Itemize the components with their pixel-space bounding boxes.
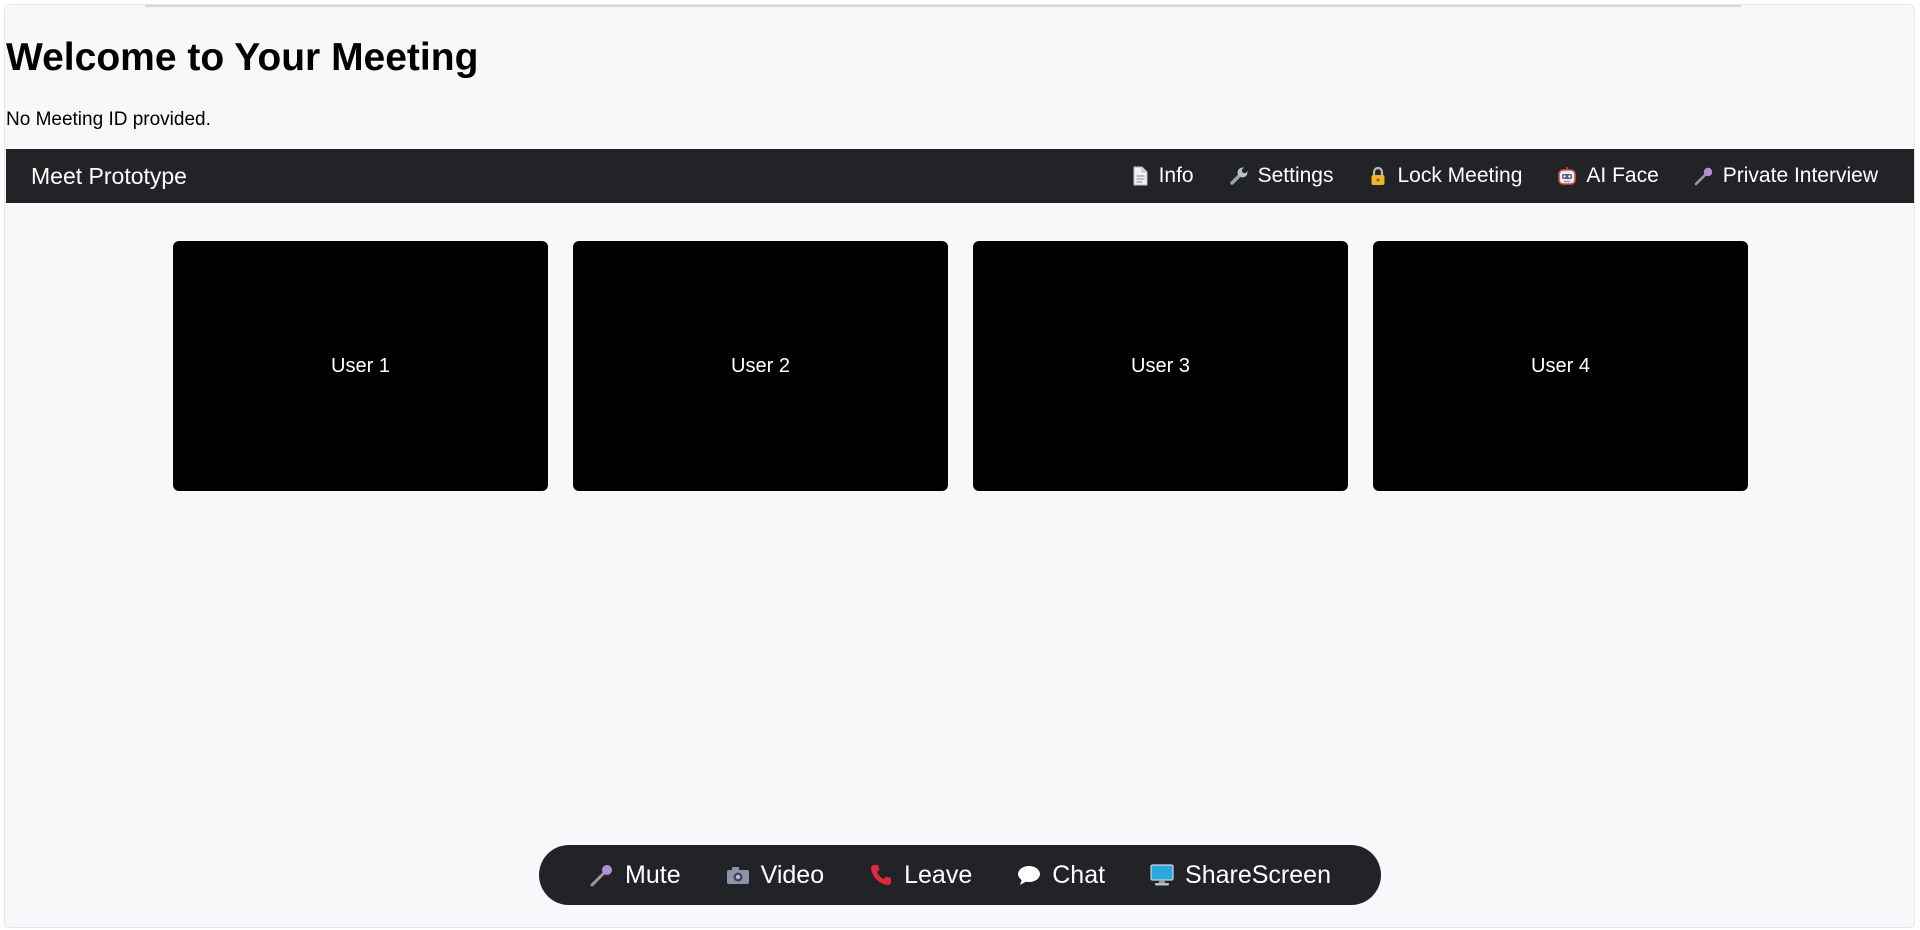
microphone-icon [1693,165,1715,187]
mute-button-label: Mute [625,860,681,889]
nav-menu: Info Settings Lock Meeting AI Face Priva… [1129,149,1878,203]
nav-item-info-label: Info [1158,164,1194,187]
video-tile[interactable]: User 4 [1373,241,1748,491]
nav-item-settings[interactable]: Settings [1228,164,1334,188]
microphone-icon [589,862,615,888]
top-divider [145,5,1741,7]
video-tile-label: User 2 [731,354,790,377]
nav-item-private-interview-label: Private Interview [1722,164,1878,187]
chat-button-label: Chat [1052,860,1106,889]
chat-button[interactable]: Chat [1016,861,1105,890]
video-grid: User 1 User 2 User 3 User 4 [173,241,1748,491]
leave-button-label: Leave [904,860,973,889]
nav-item-lock-meeting-label: Lock Meeting [1397,164,1523,187]
monitor-icon [1149,862,1175,888]
nav-item-info[interactable]: Info [1129,164,1194,188]
leave-button[interactable]: Leave [868,861,972,890]
share-screen-button[interactable]: ShareScreen [1149,861,1331,890]
video-tile-label: User 4 [1531,354,1590,377]
meeting-id-status: No Meeting ID provided. [6,109,211,130]
nav-item-ai-face-label: AI Face [1586,164,1659,187]
page-title: Welcome to Your Meeting [6,36,479,79]
camera-icon [725,862,751,888]
phone-icon [868,862,894,888]
nav-item-settings-label: Settings [1257,164,1334,187]
share-screen-button-label: ShareScreen [1185,860,1331,889]
navbar: Meet Prototype Info Settings Lock Meetin… [6,149,1914,203]
nav-item-ai-face[interactable]: AI Face [1556,164,1659,188]
video-button[interactable]: Video [725,860,825,890]
nav-item-private-interview[interactable]: Private Interview [1693,164,1878,188]
mute-button[interactable]: Mute [589,861,681,890]
meeting-controls-bar: Mute Video Leave Chat ShareScreen [539,845,1381,905]
document-icon [1129,165,1151,187]
video-button-label: Video [760,860,825,889]
lock-icon [1367,165,1389,187]
video-tile[interactable]: User 1 [173,241,548,491]
video-tile[interactable]: User 2 [573,241,948,491]
app-frame: Welcome to Your Meeting No Meeting ID pr… [4,4,1915,928]
speech-bubble-icon [1016,862,1042,888]
wrench-icon [1228,165,1250,187]
video-tile-label: User 3 [1131,354,1190,377]
nav-item-lock-meeting[interactable]: Lock Meeting [1367,164,1522,188]
video-tile-label: User 1 [331,354,390,377]
robot-icon [1556,165,1578,187]
video-tile[interactable]: User 3 [973,241,1348,491]
brand-name[interactable]: Meet Prototype [31,149,187,203]
